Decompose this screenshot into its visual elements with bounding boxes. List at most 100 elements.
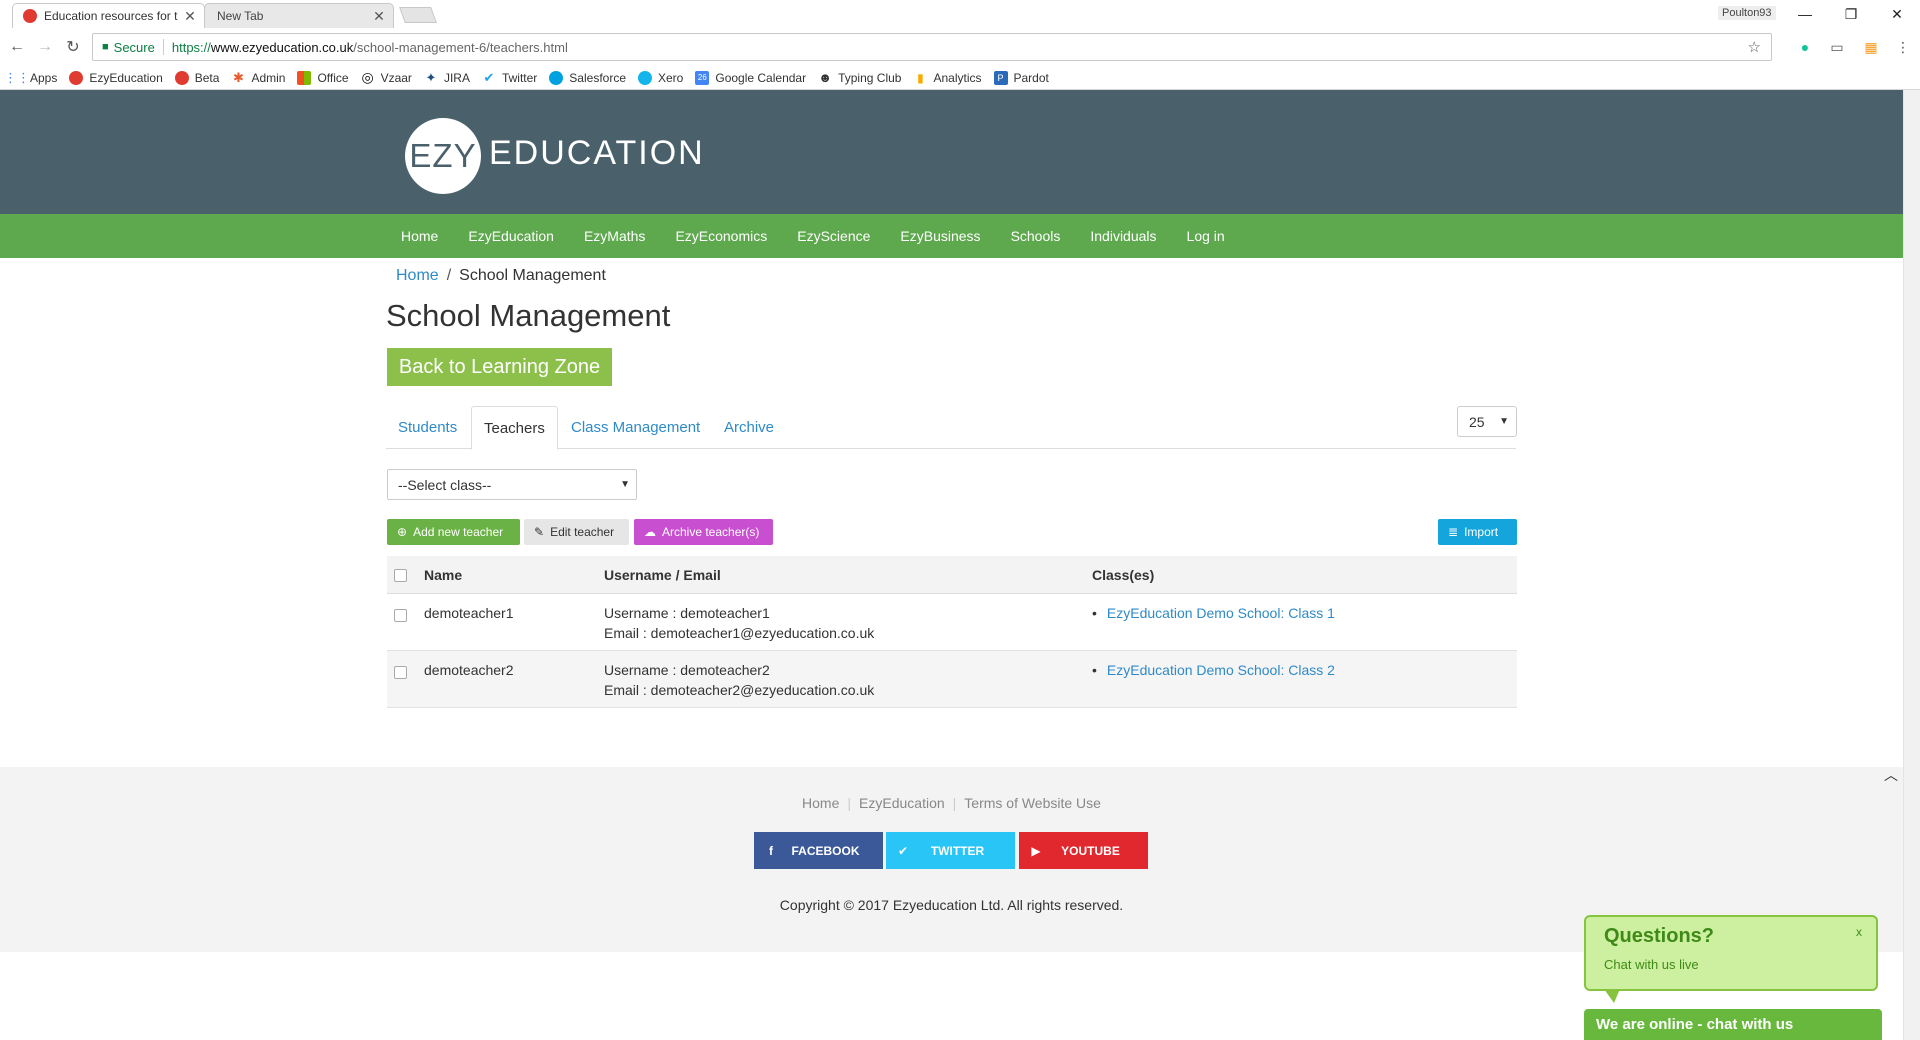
nav-login[interactable]: Log in (1172, 228, 1240, 244)
table-row: demoteacher2 Username : demoteacher2 Ema… (387, 651, 1517, 708)
bookmark-apps[interactable]: ⋮⋮ Apps (4, 70, 57, 85)
close-tab-icon[interactable]: ✕ (182, 8, 198, 25)
header-username-email: Username / Email (604, 567, 721, 583)
grammarly-icon[interactable]: ● (1796, 38, 1814, 56)
bookmark-analytics[interactable]: ▮ Analytics (913, 71, 981, 85)
bookmark-ezyeducation[interactable]: EzyEducation (69, 70, 163, 85)
browser-tab-active[interactable]: Education resources for t ✕ (12, 3, 205, 28)
menu-icon[interactable]: ⋮ (1894, 38, 1912, 56)
tab-students[interactable]: Students (398, 406, 457, 449)
bookmark-label: Xero (658, 70, 684, 85)
edit-teacher-button[interactable]: ✎ Edit teacher (524, 519, 629, 545)
ezy-icon (174, 70, 189, 85)
bookmark-label: Analytics (933, 70, 982, 85)
chat-close-icon[interactable]: x (1856, 925, 1862, 939)
teacher-credentials: Username : demoteacher1 Email : demoteac… (604, 603, 874, 643)
new-tab-button[interactable] (399, 7, 437, 23)
address-bar[interactable]: ■ Secure https://www.ezyeducation.co.uk /… (92, 33, 1772, 61)
tab-archive[interactable]: Archive (724, 406, 774, 449)
footer-link-ezyeducation[interactable]: EzyEducation (851, 795, 953, 811)
row-checkbox[interactable] (394, 666, 407, 679)
nav-ezyscience[interactable]: EzyScience (782, 228, 885, 244)
bookmark-typing-club[interactable]: ☻ Typing Club (818, 70, 901, 85)
plus-circle-icon: ⊕ (397, 525, 408, 539)
twitter-icon: ✔ (897, 843, 909, 858)
profile-name[interactable]: Poulton93 (1718, 6, 1776, 20)
bookmark-label: Office (317, 70, 349, 85)
minimize-icon[interactable]: — (1782, 0, 1828, 28)
row-checkbox[interactable] (394, 609, 407, 622)
forward-arrow-icon[interactable]: → (34, 36, 56, 58)
tab-teachers[interactable]: Teachers (471, 406, 558, 450)
chat-bubble-tail (1604, 989, 1620, 1003)
page-scrollbar[interactable] (1903, 90, 1920, 1040)
scroll-to-top-icon[interactable]: ︿ (1884, 765, 1898, 785)
bookmark-label: Google Calendar (715, 70, 807, 85)
nav-ezyeducation[interactable]: EzyEducation (453, 228, 569, 244)
bookmark-admin[interactable]: ✱ Admin (231, 69, 285, 85)
close-tab-icon[interactable]: ✕ (371, 8, 387, 25)
close-window-icon[interactable]: ✕ (1874, 0, 1920, 28)
teacher-name: demoteacher2 (424, 662, 514, 678)
nav-individuals[interactable]: Individuals (1075, 228, 1171, 244)
nav-ezymaths[interactable]: EzyMaths (569, 228, 660, 244)
twitter-button[interactable]: ✔ TWITTER (886, 832, 1015, 869)
archive-teacher-button[interactable]: ☁ Archive teacher(s) (634, 519, 773, 545)
bookmark-pardot[interactable]: P Pardot (993, 70, 1049, 85)
import-label: Import (1464, 525, 1499, 539)
youtube-button[interactable]: ▶ YOUTUBE (1019, 832, 1148, 869)
bookmark-jira[interactable]: ✦ JIRA (424, 69, 469, 85)
breadcrumb-home[interactable]: Home (396, 267, 439, 284)
bookmark-star-icon[interactable]: ☆ (1748, 38, 1761, 56)
cloud-icon: ☁ (644, 525, 656, 539)
add-teacher-button[interactable]: ⊕ Add new teacher (387, 519, 520, 545)
breadcrumb-separator: / (446, 267, 452, 284)
site-logo-text[interactable]: EDUCATION (489, 134, 705, 173)
jira-icon: ✦ (425, 69, 437, 85)
chat-online-bar[interactable]: We are online - chat with us (1584, 1009, 1882, 1040)
table-header: Name Username / Email Class(es) (387, 556, 1517, 594)
nav-home[interactable]: Home (386, 228, 453, 244)
class-select[interactable]: --Select class-- ▼ (387, 469, 637, 500)
caret-down-icon: ▼ (1499, 416, 1509, 427)
bookmark-google-calendar[interactable]: 26 Google Calendar (695, 70, 807, 85)
select-all-checkbox[interactable] (394, 569, 407, 582)
facebook-button[interactable]: f FACEBOOK (754, 832, 883, 869)
analytics-icon: ▮ (917, 70, 924, 85)
back-to-learning-zone-button[interactable]: Back to Learning Zone (387, 348, 612, 386)
teacher-class-link[interactable]: EzyEducation Demo School: Class 1 (1107, 605, 1335, 621)
bookmark-vzaar[interactable]: ◎ Vzaar (361, 69, 411, 85)
teacher-class: • EzyEducation Demo School: Class 2 (1092, 660, 1335, 680)
restore-icon[interactable]: ❐ (1828, 0, 1874, 28)
chat-bubble[interactable]: Questions? Chat with us live x (1584, 915, 1878, 991)
nav-ezyeconomics[interactable]: EzyEconomics (660, 228, 782, 244)
cast-icon[interactable]: ▭ (1828, 38, 1846, 56)
per-page-select[interactable]: 25 ▼ (1457, 406, 1517, 437)
teacher-class-link[interactable]: EzyEducation Demo School: Class 2 (1107, 662, 1335, 678)
chat-subtitle: Chat with us live (1604, 957, 1699, 972)
bookmark-label: Beta (194, 70, 220, 85)
nav-schools[interactable]: Schools (996, 228, 1076, 244)
bookmark-salesforce[interactable]: Salesforce (549, 70, 626, 85)
import-button[interactable]: ≣ Import (1438, 519, 1517, 545)
youtube-label: YOUTUBE (1061, 843, 1120, 858)
edit-icon: ✎ (534, 525, 545, 539)
omnibox-divider (162, 39, 164, 55)
archive-teacher-label: Archive teacher(s) (662, 525, 760, 539)
bookmark-office[interactable]: Office (297, 70, 349, 85)
nav-ezybusiness[interactable]: EzyBusiness (885, 228, 995, 244)
bookmark-twitter[interactable]: ✔ Twitter (482, 70, 538, 85)
bookmark-label: Pardot (1013, 70, 1049, 85)
footer-link-home[interactable]: Home (794, 795, 847, 811)
site-logo[interactable]: EZY (405, 118, 481, 194)
back-arrow-icon[interactable]: ← (6, 36, 28, 58)
footer-link-terms[interactable]: Terms of Website Use (956, 795, 1109, 811)
reload-icon[interactable]: ↻ (62, 36, 84, 58)
footer-links: Home | EzyEducation | Terms of Website Use (0, 795, 1903, 811)
tab-class-management[interactable]: Class Management (571, 406, 700, 449)
bookmark-beta[interactable]: Beta (174, 70, 220, 85)
joomla-icon: ✱ (232, 69, 244, 85)
bookmark-xero[interactable]: Xero (638, 70, 684, 85)
browser-tab-new[interactable]: New Tab ✕ (204, 3, 394, 28)
extension-icon[interactable]: ▦ (1862, 38, 1880, 56)
